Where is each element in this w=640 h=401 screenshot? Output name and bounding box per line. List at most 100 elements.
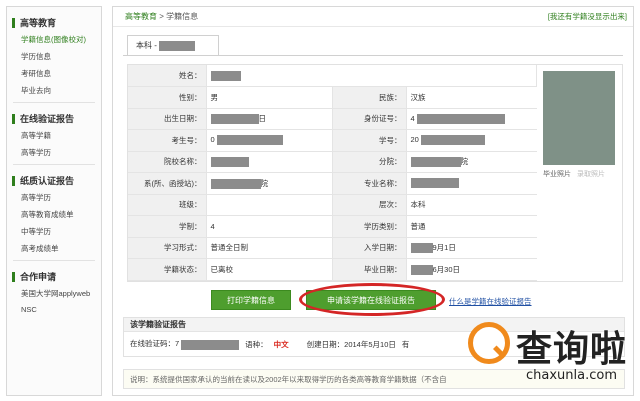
table-row: 系(所、函授站)： 院 专业名称： <box>128 172 537 195</box>
field-label: 学号： <box>332 129 407 152</box>
sidebar-item-xueli[interactable]: 学历信息 <box>21 51 101 62</box>
breadcrumb-home[interactable]: 高等教育 <box>125 12 157 21</box>
language-value: 中文 <box>273 339 289 349</box>
field-value: 院 <box>206 172 333 195</box>
student-info-card: 姓名： 性别： 男 民族： 汉族 出生日期： 日 身份证号： 4 考生号： 0 … <box>127 64 623 282</box>
divider <box>13 102 95 103</box>
field-value: 男 <box>206 86 333 109</box>
breadcrumb-separator: > <box>159 12 164 21</box>
admission-photo-label[interactable]: 录取照片 <box>577 169 605 179</box>
redacted-block <box>158 40 195 51</box>
field-label: 学习形式： <box>128 237 207 259</box>
language-label: 语种： <box>245 339 268 349</box>
redacted-block <box>410 243 433 254</box>
field-label: 学制： <box>128 215 207 238</box>
field-value <box>206 151 333 173</box>
field-label: 性别： <box>128 86 207 109</box>
verification-code: 在线验证码：7 <box>130 338 240 350</box>
trailing-text: 有 <box>401 339 410 349</box>
field-label: 身份证号： <box>332 108 407 130</box>
sidebar-item-paper-transcript[interactable]: 高等教育成绩单 <box>21 209 101 220</box>
field-value: 普通 <box>406 215 537 238</box>
sidebar-item-gaodeng-xueji[interactable]: 高等学籍 <box>21 130 101 141</box>
watermark-text: 查询啦 <box>516 329 628 370</box>
sidebar-item-kaoyan[interactable]: 考研信息 <box>21 68 101 79</box>
redacted-block <box>181 339 240 350</box>
what-is-report-link[interactable]: 什么是学籍在线验证报告 <box>449 296 532 307</box>
field-label: 毕业日期： <box>332 258 407 281</box>
top-bar: 高等教育 > 学籍信息 [我还有学籍没显示出来] <box>113 7 633 27</box>
table-row: 考生号： 0 学号： 20 <box>128 129 537 152</box>
field-value: 普通全日制 <box>206 237 333 259</box>
redacted-block <box>416 113 505 124</box>
field-value: 9月1日 <box>406 237 537 259</box>
field-value: 院 <box>406 151 537 173</box>
table-row: 性别： 男 民族： 汉族 <box>128 86 537 109</box>
field-value <box>206 194 333 216</box>
field-label: 民族： <box>332 86 407 109</box>
graduation-photo-label[interactable]: 毕业照片 <box>543 169 571 179</box>
redacted-block <box>210 178 261 189</box>
field-value: 0 <box>206 129 333 152</box>
sidebar: 高等教育 学籍信息(图像校对) 学历信息 考研信息 毕业去向 在线验证报告 高等… <box>6 6 102 396</box>
apply-verification-button[interactable]: 申请该学籍在线验证报告 <box>306 290 436 310</box>
field-label: 专业名称： <box>332 172 407 195</box>
section-marker <box>12 175 15 186</box>
field-label: 班级： <box>128 194 207 216</box>
table-row: 院校名称： 分院： 院 <box>128 151 537 173</box>
status-value: 已离校 <box>206 258 333 281</box>
breadcrumb: 高等教育 > 学籍信息 <box>125 11 198 22</box>
table-row: 姓名： <box>128 65 537 87</box>
sidebar-section-title: 纸质认证报告 <box>12 174 101 187</box>
photo-labels: 毕业照片 录取照片 <box>543 167 615 181</box>
field-value: 6月30日 <box>406 258 537 281</box>
tab-underline <box>123 55 623 56</box>
table-row: 学习形式： 普通全日制 入学日期： 9月1日 <box>128 237 537 259</box>
field-label: 层次： <box>332 194 407 216</box>
name-label: 姓名： <box>128 65 207 87</box>
table-row: 学籍状态： 已离校 毕业日期： 6月30日 <box>128 258 537 281</box>
sidebar-section-title: 合作申请 <box>12 270 101 283</box>
sidebar-item-biye[interactable]: 毕业去向 <box>21 85 101 96</box>
field-value <box>406 172 537 195</box>
redacted-block <box>410 264 433 275</box>
sidebar-item-nsc[interactable]: NSC <box>21 305 101 314</box>
watermark-domain: chaxunla.com <box>526 368 617 383</box>
sidebar-item-xueji[interactable]: 学籍信息(图像校对) <box>21 34 101 45</box>
name-value <box>206 65 537 87</box>
redacted-block <box>210 156 249 167</box>
sidebar-section-title: 高等教育 <box>12 16 101 29</box>
field-value: 4 <box>406 108 537 130</box>
redacted-block <box>210 70 241 81</box>
redacted-block <box>216 135 283 146</box>
table-row: 班级： 层次： 本科 <box>128 194 537 216</box>
field-label: 学籍状态： <box>128 258 207 281</box>
missing-record-link[interactable]: [我还有学籍没显示出来] <box>548 11 627 22</box>
sidebar-item-paper-zhongdeng[interactable]: 中等学历 <box>21 226 101 237</box>
search-icon <box>468 322 510 364</box>
field-label: 入学日期： <box>332 237 407 259</box>
tab-bachelor[interactable]: 本科 - <box>127 35 219 55</box>
sidebar-item-applyweb[interactable]: 美国大学网applyweb <box>21 288 101 299</box>
field-label: 院校名称： <box>128 151 207 173</box>
table-row: 学制： 4 学历类别： 普通 <box>128 215 537 238</box>
table-row: 出生日期： 日 身份证号： 4 <box>128 108 537 130</box>
section-marker <box>12 113 15 124</box>
sidebar-item-gaodeng-xueli[interactable]: 高等学历 <box>21 147 101 158</box>
field-value: 4 <box>206 215 333 238</box>
sidebar-item-paper-xueli[interactable]: 高等学历 <box>21 192 101 203</box>
field-label: 分院： <box>332 151 407 173</box>
sidebar-item-paper-gaokao[interactable]: 高考成绩单 <box>21 243 101 254</box>
divider <box>13 164 95 165</box>
breadcrumb-current: 学籍信息 <box>166 12 199 21</box>
section-marker <box>12 17 15 28</box>
field-label: 学历类别： <box>332 215 407 238</box>
sidebar-section-title: 在线验证报告 <box>12 112 101 125</box>
field-label: 考生号： <box>128 129 207 152</box>
redacted-block <box>410 157 461 168</box>
field-value: 20 <box>406 129 537 152</box>
redacted-block <box>210 114 259 125</box>
print-button[interactable]: 打印学籍信息 <box>211 290 291 310</box>
student-info-table: 姓名： 性别： 男 民族： 汉族 出生日期： 日 身份证号： 4 考生号： 0 … <box>128 65 537 281</box>
redacted-block <box>410 178 459 189</box>
